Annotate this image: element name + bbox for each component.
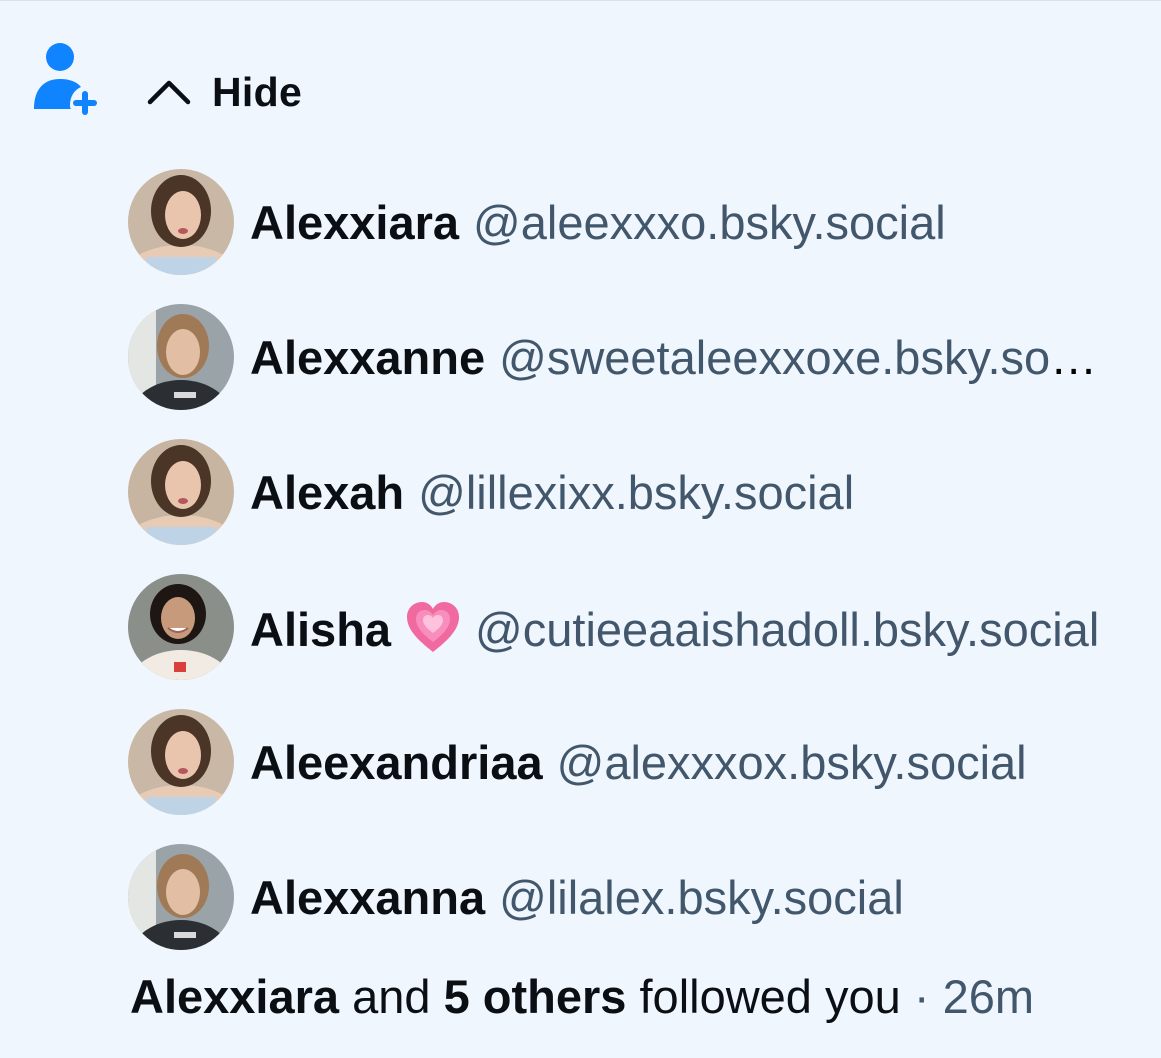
display-name[interactable]: Alexxanna	[250, 871, 485, 924]
summary-separator: ·	[913, 970, 930, 1023]
handle[interactable]: @lillexixx.bsky.social	[418, 466, 854, 519]
follower-name-line: Alexxanna @lilalex.bsky.social	[250, 870, 904, 926]
handle[interactable]: @lilalex.bsky.social	[499, 871, 904, 924]
follower-row[interactable]: Aleexandriaa @alexxxox.bsky.social	[128, 709, 1128, 844]
notification-summary: Alexxiara and 5 others followed you · 26…	[130, 969, 1034, 1025]
handle[interactable]: @cutieeaaishadoll.bsky.social	[475, 603, 1099, 656]
follower-name-line: Alexxanne @sweetaleexxoxe.bsky.social	[250, 330, 1106, 386]
follower-name-line: Alexah @lillexixx.bsky.social	[250, 465, 854, 521]
avatar[interactable]	[128, 574, 234, 680]
follow-notification[interactable]: Hide Alexxiara @aleexxxo.bsky.social Ale…	[0, 0, 1161, 1058]
avatar[interactable]	[128, 304, 234, 410]
follower-row[interactable]: Alisha @cutieeaaishadoll.bsky.social	[128, 574, 1128, 709]
display-name[interactable]: Aleexandriaa	[250, 736, 543, 789]
hide-label: Hide	[212, 68, 303, 115]
follower-row[interactable]: Alexxanne @sweetaleexxoxe.bsky.social	[128, 304, 1128, 439]
follower-row[interactable]: Alexah @lillexixx.bsky.social	[128, 439, 1128, 574]
follower-name-line: Aleexandriaa @alexxxox.bsky.social	[250, 735, 1027, 791]
summary-and: and	[352, 970, 431, 1023]
follower-name-line: Alexxiara @aleexxxo.bsky.social	[250, 195, 946, 251]
follower-row[interactable]: Alexxiara @aleexxxo.bsky.social	[128, 169, 1128, 304]
chevron-up-icon	[147, 80, 191, 105]
summary-action: followed you	[639, 970, 901, 1023]
display-name[interactable]: Alexxiara	[250, 196, 459, 249]
handle[interactable]: @aleexxxo.bsky.social	[473, 196, 946, 249]
follower-list: Alexxiara @aleexxxo.bsky.social Alexxanne…	[128, 169, 1128, 979]
follower-name-line: Alisha @cutieeaaishadoll.bsky.social	[250, 600, 1099, 658]
display-name[interactable]: Alexxanne	[250, 331, 485, 384]
hide-toggle-button[interactable]: Hide	[146, 63, 302, 121]
summary-first-name[interactable]: Alexxiara	[130, 970, 339, 1023]
handle[interactable]: @alexxxox.bsky.social	[557, 736, 1027, 789]
display-name[interactable]: Alisha	[250, 603, 391, 656]
avatar[interactable]	[128, 439, 234, 545]
display-name[interactable]: Alexah	[250, 466, 404, 519]
summary-others[interactable]: 5 others	[444, 970, 627, 1023]
handle[interactable]: @sweetaleexxoxe.bsky.social	[499, 331, 1106, 384]
growing-heart-emoji	[407, 602, 460, 652]
summary-time: 26m	[942, 970, 1034, 1023]
avatar[interactable]	[128, 169, 234, 275]
avatar[interactable]	[128, 709, 234, 815]
avatar[interactable]	[128, 844, 234, 950]
follower-row[interactable]: Alexxanna @lilalex.bsky.social	[128, 844, 1128, 979]
person-plus-icon	[34, 43, 97, 115]
